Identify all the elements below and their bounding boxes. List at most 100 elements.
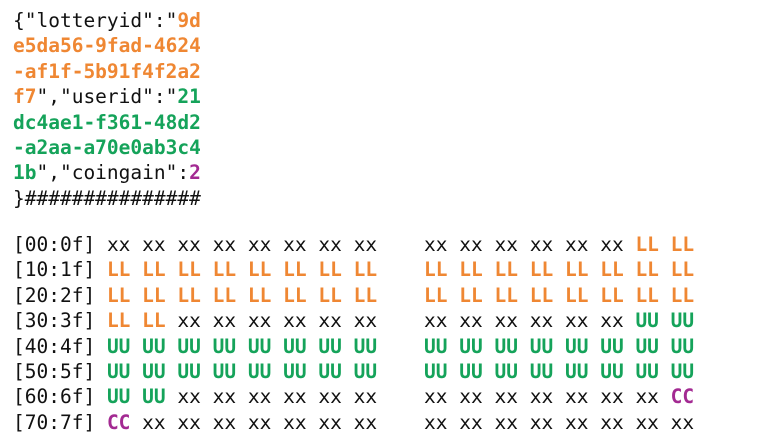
byte-cell: xx <box>459 309 483 333</box>
byte-cell: LL <box>318 283 342 307</box>
byte-cell: LL <box>529 258 554 282</box>
byte-cell: LL <box>212 283 237 307</box>
byte-cell: xx <box>459 410 483 434</box>
byte-cell: xx <box>247 309 272 333</box>
byte-cell: LL <box>353 258 378 282</box>
json-line: 1b","coingain":2 <box>13 161 201 185</box>
json-line: dc4ae1-f361-48d2 <box>13 111 201 135</box>
row-offset-label: [50:5f] <box>13 360 96 383</box>
byte-cell: UU <box>318 334 342 358</box>
byte-cell: UU <box>459 334 483 358</box>
byte-cell: LL <box>177 258 201 282</box>
byte-cell: LL <box>494 258 518 282</box>
byte-cell: LL <box>177 283 201 307</box>
byte-cell: xx <box>212 309 237 333</box>
byte-cell: UU <box>106 385 131 409</box>
row-offset-label: [60:6f] <box>13 385 96 409</box>
byte-cell: UU <box>424 334 448 358</box>
byte-cell: LL <box>318 258 342 282</box>
byte-cell: LL <box>529 283 554 307</box>
byte-cell: UU <box>529 360 554 383</box>
byte-cell: LL <box>106 258 131 282</box>
byte-cell: UU <box>353 334 378 358</box>
hex-row: [00:0f] xx xx xx xx xx xx xx xx xx xx xx… <box>13 233 694 257</box>
byte-cell: xx <box>564 385 589 409</box>
byte-cell: xx <box>529 233 554 256</box>
byte-cell: LL <box>564 258 589 282</box>
byte-cell: LL <box>247 258 272 282</box>
byte-cell: xx <box>353 309 378 333</box>
byte-cell: xx <box>600 385 624 409</box>
byte-cell: xx <box>353 385 378 409</box>
byte-cell: LL <box>635 283 659 307</box>
byte-cell: LL <box>600 283 624 307</box>
byte-cell: UU <box>106 360 131 383</box>
json-segment: -a2aa-a70e0ab3c4 <box>13 136 201 159</box>
byte-cell: xx <box>670 410 695 434</box>
byte-cell: xx <box>353 410 378 434</box>
byte-cell: LL <box>600 258 624 282</box>
byte-cell: xx <box>106 233 131 256</box>
byte-cell: LL <box>424 283 448 307</box>
byte-cell: LL <box>635 233 659 256</box>
byte-cell: xx <box>283 233 307 256</box>
json-segment: e5da56-9fad-4624 <box>13 34 201 58</box>
byte-cell: xx <box>212 233 237 256</box>
byte-cell: xx <box>564 233 589 256</box>
byte-cell: UU <box>670 360 695 383</box>
byte-cell: xx <box>529 410 554 434</box>
byte-cell: xx <box>318 410 342 434</box>
byte-cell: xx <box>247 410 272 434</box>
byte-cell: xx <box>424 385 448 409</box>
byte-cell: UU <box>353 360 378 383</box>
byte-cell: xx <box>529 309 554 333</box>
byte-cell: LL <box>106 283 131 307</box>
byte-cell: xx <box>283 385 307 409</box>
json-segment: ","coingain": <box>36 161 190 185</box>
hex-row: [10:1f] LL LL LL LL LL LL LL LL LL LL LL… <box>13 258 694 282</box>
byte-cell: xx <box>600 410 624 434</box>
byte-cell: UU <box>177 360 201 383</box>
byte-cell: xx <box>318 309 342 333</box>
byte-cell: xx <box>318 385 342 409</box>
hex-row: [30:3f] LL LL xx xx xx xx xx xx xx xx xx… <box>13 309 694 333</box>
json-segment: {"lotteryid":" <box>13 9 178 32</box>
row-offset-label: [40:4f] <box>13 334 96 358</box>
byte-cell: UU <box>670 334 695 358</box>
byte-cell: LL <box>459 258 483 282</box>
json-segment: dc4ae1-f361-48d2 <box>13 110 201 134</box>
byte-cell: LL <box>283 258 307 282</box>
byte-cell: xx <box>353 233 378 256</box>
hex-row: [50:5f] UU UU UU UU UU UU UU UU UU UU UU… <box>13 360 694 384</box>
json-segment: 21 <box>177 85 201 109</box>
byte-cell: UU <box>177 334 201 358</box>
json-segment: ","userid":" <box>36 85 178 109</box>
byte-cell: LL <box>564 283 589 307</box>
byte-cell: xx <box>600 309 624 333</box>
byte-cell: xx <box>424 410 448 434</box>
byte-cell: UU <box>670 309 695 333</box>
byte-cell: UU <box>247 334 272 358</box>
byte-cell: UU <box>283 334 307 358</box>
byte-cell: LL <box>494 283 518 307</box>
byte-cell: xx <box>212 410 237 434</box>
byte-cell: xx <box>177 410 201 434</box>
byte-cell: xx <box>424 309 448 333</box>
byte-cell: LL <box>247 283 272 307</box>
hexdump-viewer: { "json_lines": [ [{"t": "{\"lotteryid\"… <box>0 0 776 442</box>
json-line: -af1f-5b91f4f2a2 <box>13 60 201 84</box>
hex-row: [20:2f] LL LL LL LL LL LL LL LL LL LL LL… <box>13 284 694 308</box>
byte-cell: xx <box>177 385 201 409</box>
byte-cell: LL <box>424 258 448 282</box>
byte-cell: xx <box>494 233 518 256</box>
byte-cell: xx <box>283 410 307 434</box>
byte-cell: LL <box>142 258 166 282</box>
byte-cell: UU <box>635 334 659 358</box>
json-segment: 2 <box>189 161 201 185</box>
json-line: }############### <box>13 187 201 211</box>
byte-cell: UU <box>635 360 659 383</box>
byte-cell: UU <box>212 334 237 358</box>
byte-cell: xx <box>283 309 307 333</box>
row-offset-label: [30:3f] <box>13 309 96 333</box>
json-segment: 9d <box>177 9 201 32</box>
